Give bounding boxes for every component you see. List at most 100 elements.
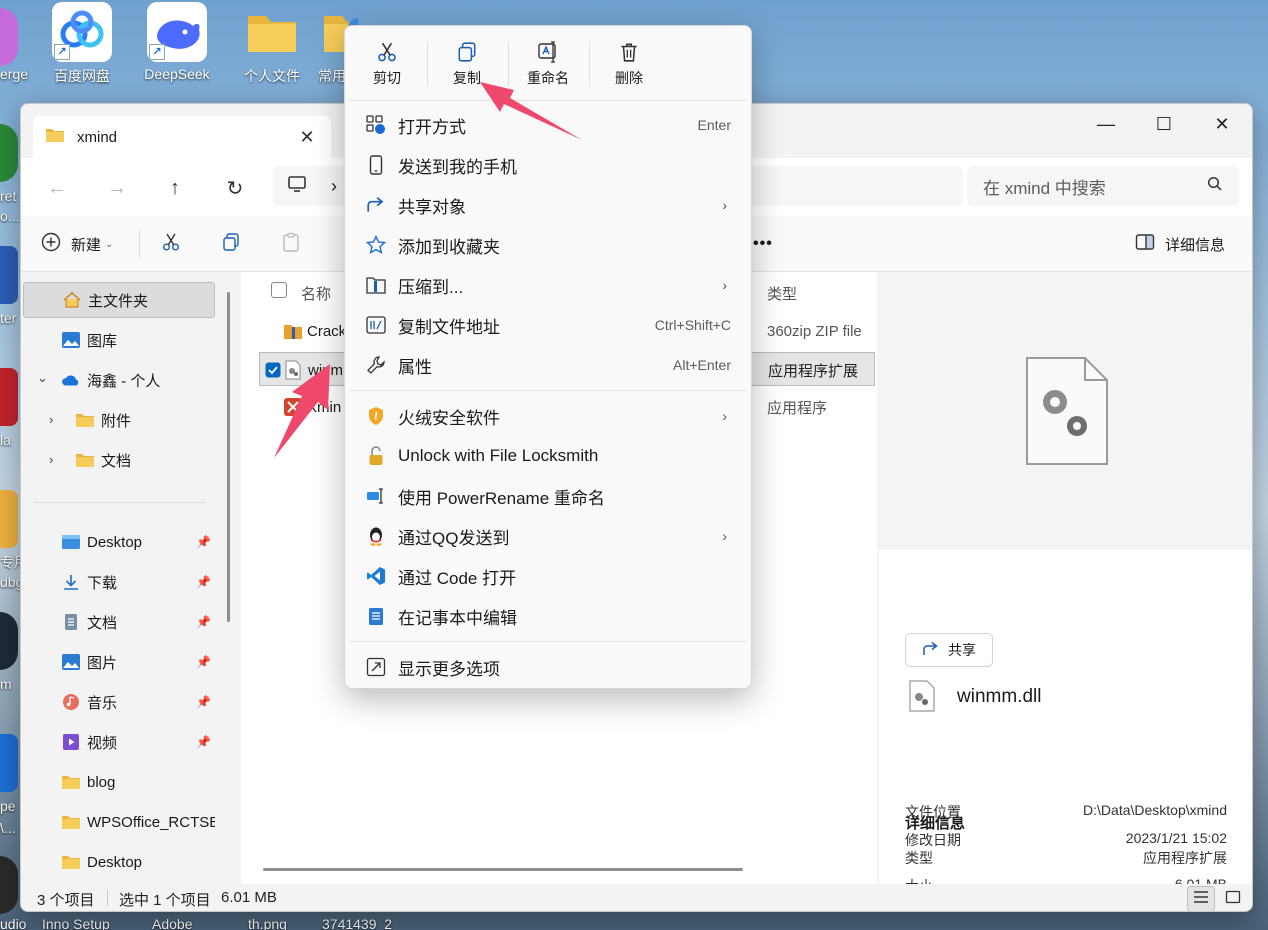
desktop-icon-label: 个人文件 [244,68,300,84]
sidebar-item-blog[interactable]: blog [23,764,215,800]
maximize-button[interactable]: ☐ [1135,104,1193,144]
menu-item-properties[interactable]: 属性 Alt+Enter [349,346,747,384]
back-button[interactable]: ← [37,168,77,208]
refresh-button[interactable]: ↻ [215,168,255,208]
sidebar-item-music[interactable]: 音乐 📌 [23,684,215,720]
rename-button[interactable]: 重命名 [508,38,588,94]
pin-icon: 📌 [196,695,211,709]
breadcrumb-separator[interactable]: › [331,176,337,197]
sidebar-item-videos[interactable]: 视频 📌 [23,724,215,760]
select-all-checkbox[interactable] [271,282,287,298]
pictures-icon [61,653,81,671]
up-button[interactable]: ↑ [155,168,195,208]
new-button[interactable]: 新建 ⌄ [41,228,113,260]
menu-item-label: 复制文件地址 [398,317,500,337]
sidebar-item-desktop-2[interactable]: Desktop [23,844,215,880]
partial-app-icon[interactable] [0,612,18,670]
plus-circle-icon [41,232,61,256]
sidebar-item-home[interactable]: 主文件夹 [23,282,215,318]
details-pane: winmm.dll 共享 详细信息 类型 应用程序扩展 大小 6.01 MB [879,272,1252,894]
pin-icon: 📌 [196,535,211,549]
copy-toolbar-button[interactable] [221,228,241,260]
partial-app-icon[interactable] [0,246,18,304]
edge-label: ter [0,310,17,326]
pin-icon: 📌 [196,735,211,749]
details-view-button[interactable] [1187,886,1215,911]
share-icon [365,194,387,216]
sidebar-item-label: Desktop [87,533,143,551]
tab-close-icon[interactable]: ✕ [295,127,319,148]
sidebar-item-onedrive[interactable]: 海鑫 - 个人 [23,362,215,398]
desktop-icon-deepseek[interactable]: ↗ DeepSeek [137,2,217,82]
onedrive-cloud-icon [61,371,81,389]
partial-app-icon[interactable] [0,368,18,426]
file-name: Xmin [307,398,342,416]
menu-item-send-via-qq[interactable]: 通过QQ发送到 › [349,517,747,555]
forward-button[interactable]: → [97,168,137,208]
menu-item-share[interactable]: 共享对象 › [349,186,747,224]
sidebar-item-gallery[interactable]: 图库 [23,322,215,358]
menu-item-copy-path[interactable]: 复制文件地址 Ctrl+Shift+C [349,306,747,344]
share-button[interactable]: 共享 [905,633,993,667]
sidebar-item-desktop[interactable]: Desktop 📌 [23,524,215,560]
sidebar-scrollbar[interactable] [227,292,230,622]
tiles-view-button[interactable] [1219,886,1247,911]
folder-icon [61,853,81,871]
sidebar-item-attachments[interactable]: 附件 [23,402,215,438]
menu-item-send-to-phone[interactable]: 发送到我的手机 [349,146,747,184]
open-with-icon [365,114,387,136]
partial-app-icon[interactable] [0,734,18,792]
minimize-button[interactable]: — [1077,104,1135,144]
cut-toolbar-button[interactable] [161,228,181,260]
sidebar-item-downloads[interactable]: 下载 📌 [23,564,215,600]
more-options-button[interactable]: ••• [753,228,773,260]
gallery-icon [61,331,81,349]
checked-checkbox[interactable] [265,353,281,387]
copy-button[interactable]: 复制 [427,38,507,94]
delete-button[interactable]: 删除 [589,38,669,94]
sidebar-item-label: 文档 [101,452,132,470]
menu-item-show-more-options[interactable]: 显示更多选项 [349,648,747,686]
tab-xmind[interactable]: xmind ✕ [33,116,331,158]
partial-app-icon[interactable] [0,856,18,914]
menu-item-edit-in-notepad[interactable]: 在记事本中编辑 [349,597,747,635]
status-selection: 选中 1 个项目 [119,892,211,909]
edge-label: pe [0,798,16,814]
pin-icon: 📌 [196,655,211,669]
paste-toolbar-button[interactable] [281,228,301,260]
tiles-view-icon [1225,890,1241,908]
zip-folder-icon [365,274,387,296]
sidebar-item-documents-cloud[interactable]: 文档 [23,442,215,478]
sidebar-item-pictures[interactable]: 图片 📌 [23,644,215,680]
column-header-name[interactable]: 名称 [301,278,331,308]
partial-app-icon[interactable] [0,490,18,548]
menu-item-compress[interactable]: 压缩到... › [349,266,747,304]
sidebar-item-label: 海鑫 - 个人 [87,372,161,390]
chevron-right-icon: › [722,528,727,544]
close-button[interactable]: ✕ [1193,104,1251,144]
menu-item-add-favorites[interactable]: 添加到收藏夹 [349,226,747,264]
sidebar-item-documents[interactable]: 文档 📌 [23,604,215,640]
desktop-icon-baidu-netdisk[interactable]: ↗ 百度网盘 [42,2,122,86]
wrench-icon [365,354,387,376]
details-pane-button[interactable]: 详细信息 [1135,228,1225,260]
partial-app-icon[interactable] [0,124,18,182]
cut-button[interactable]: 剪切 [347,38,427,94]
horizontal-scrollbar[interactable] [263,868,743,871]
menu-item-file-locksmith[interactable]: Unlock with File Locksmith [349,437,747,475]
vscode-icon [365,565,387,587]
details-file-name: winmm.dll [957,686,1042,707]
menu-item-open-with-code[interactable]: 通过 Code 打开 [349,557,747,595]
menu-item-powerrename[interactable]: 使用 PowerRename 重命名 [349,477,747,515]
partial-app-icon[interactable] [0,8,18,66]
search-box[interactable]: 在 xmind 中搜索 [967,166,1239,206]
menu-item-huorong[interactable]: 火绒安全软件 › [349,397,747,435]
menu-item-open-with[interactable]: 打开方式 Enter [349,106,747,144]
phone-icon [365,154,387,176]
dll-file-icon [284,353,302,387]
sidebar-item-wpsoffice[interactable]: WPSOffice_RCTSE [23,804,215,840]
desktop-icon-personal-files[interactable]: 个人文件 [232,2,312,86]
expand-icon [365,656,387,678]
toolbar-separator [139,230,140,258]
column-header-type[interactable]: 类型 [767,278,797,308]
